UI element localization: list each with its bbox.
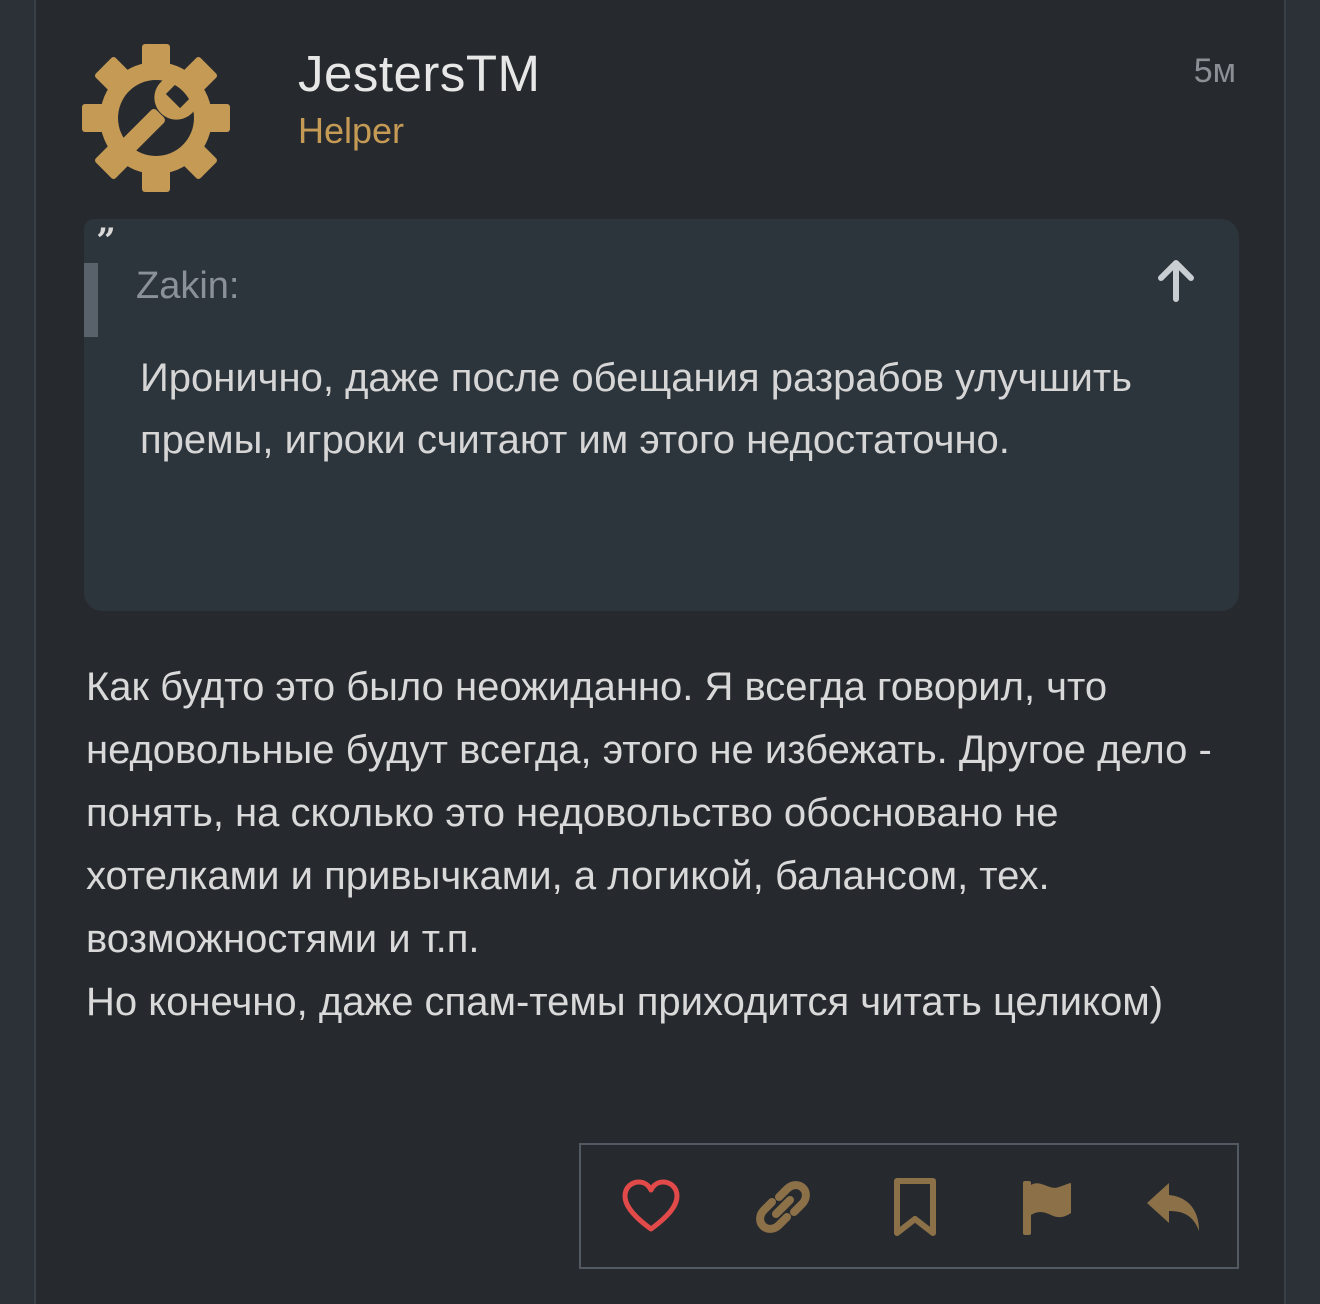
quote-text: Иронично, даже после обещания разрабов у…: [140, 356, 1132, 462]
heart-icon[interactable]: [619, 1175, 683, 1239]
post-message: Как будто это было неожиданно. Я всегда …: [86, 665, 1212, 1024]
quote-mark-icon: ”: [84, 219, 128, 263]
quote-block: ” Zakin: Иронично, даже после обещания р…: [84, 219, 1239, 611]
link-icon[interactable]: [751, 1175, 815, 1239]
gear-wrench-avatar[interactable]: [82, 44, 230, 192]
reply-icon[interactable]: [1143, 1175, 1207, 1239]
forum-post: [34, 0, 1286, 1304]
username[interactable]: JestersTM: [298, 44, 541, 103]
quote-author[interactable]: Zakin:: [136, 265, 239, 308]
arrow-up-icon[interactable]: [1153, 257, 1199, 303]
user-role: Helper: [298, 110, 405, 151]
post-actions-bar: [579, 1143, 1239, 1269]
flag-icon[interactable]: [1015, 1175, 1079, 1239]
post-time[interactable]: 5м: [1194, 52, 1236, 91]
bookmark-icon[interactable]: [883, 1175, 947, 1239]
